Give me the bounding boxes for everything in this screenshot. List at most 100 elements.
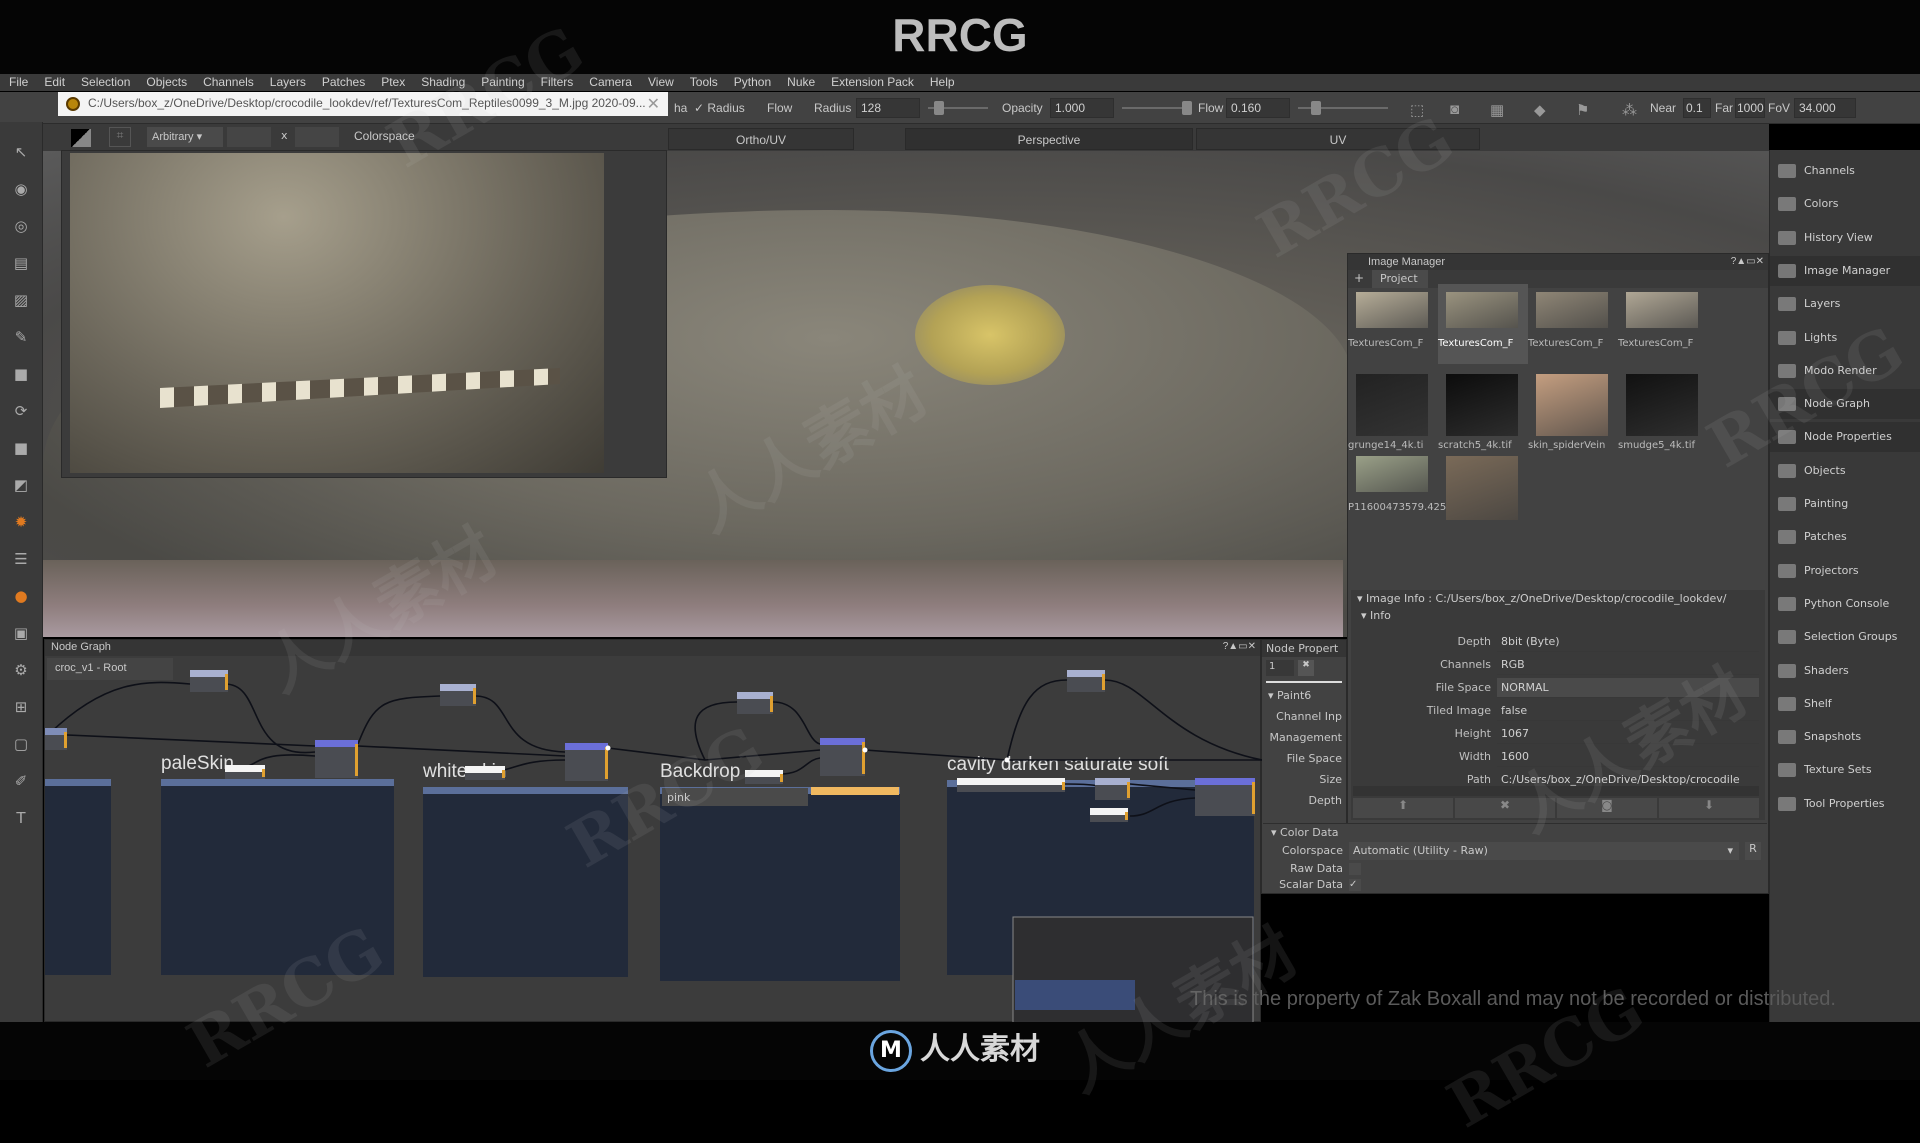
dot-node[interactable] — [1004, 757, 1010, 763]
camera-icon[interactable]: ◙ — [1450, 101, 1459, 118]
raw-data-checkbox[interactable] — [1349, 863, 1361, 875]
sidebar-item-patches[interactable]: Patches — [1770, 522, 1920, 552]
flow-field[interactable]: 0.160 — [1226, 98, 1290, 118]
thumbnail[interactable] — [1446, 456, 1518, 520]
menu-painting[interactable]: Painting — [481, 74, 524, 91]
node-output-port[interactable] — [502, 770, 505, 778]
node-header[interactable] — [440, 684, 476, 691]
thumbnail[interactable] — [1356, 292, 1428, 328]
dot-node[interactable] — [862, 747, 868, 753]
scatter-icon[interactable]: ⁂ — [1622, 101, 1637, 119]
menu-filters[interactable]: Filters — [541, 74, 574, 91]
add-tab-icon[interactable]: + — [1354, 271, 1364, 285]
node-header[interactable] — [45, 728, 67, 735]
node-graph-canvas[interactable]: paleSkin white skin Backdrop cavity darken … — [45, 640, 1262, 1023]
brush-icon[interactable]: ▨ — [11, 290, 31, 310]
paint-icon[interactable]: ◉ — [11, 179, 31, 199]
tab-uv[interactable]: UV — [1196, 128, 1480, 150]
node-output-port[interactable] — [1127, 782, 1130, 798]
menu-view[interactable]: View — [648, 74, 674, 91]
menu-selection[interactable]: Selection — [81, 74, 130, 91]
sidebar-item-node-properties[interactable]: Node Properties — [1770, 422, 1920, 453]
clear-icon[interactable]: ✖ — [1298, 660, 1314, 676]
thumbnail[interactable] — [1626, 292, 1698, 328]
menu-shading[interactable]: Shading — [421, 74, 465, 91]
sidebar-item-objects[interactable]: Objects — [1770, 456, 1920, 486]
select-icon[interactable]: ↖ — [11, 142, 31, 162]
node-header[interactable] — [465, 766, 505, 773]
backdrop[interactable] — [45, 779, 111, 975]
text-icon[interactable]: T — [11, 808, 31, 828]
lens-icon[interactable]: ⚙ — [11, 660, 31, 680]
opacity-field[interactable]: 1.000 — [1050, 98, 1114, 118]
grid-icon[interactable]: ▤ — [11, 253, 31, 273]
node-output-port[interactable] — [225, 674, 228, 690]
sidebar-item-shaders[interactable]: Shaders — [1770, 656, 1920, 686]
backdrop-header[interactable] — [45, 779, 111, 786]
wireframe-icon[interactable]: ⬚ — [1410, 101, 1424, 119]
flow-slider[interactable] — [1298, 101, 1388, 115]
backdrop-header[interactable] — [423, 787, 628, 794]
node-header[interactable] — [1067, 670, 1105, 677]
menu-layers[interactable]: Layers — [270, 74, 306, 91]
frame-icon[interactable]: ▢ — [11, 734, 31, 754]
dot-node[interactable] — [605, 745, 611, 751]
menu-objects[interactable]: Objects — [146, 74, 187, 91]
node-output-port[interactable] — [1252, 782, 1255, 814]
sidebar-item-texture-sets[interactable]: Texture Sets — [1770, 755, 1920, 785]
flow-checkbox-label[interactable]: Flow — [767, 101, 792, 115]
reference-image[interactable] — [70, 153, 604, 473]
thumbnail[interactable] — [1446, 292, 1518, 328]
colorspace-dropdown[interactable]: Automatic (Utility - Raw) ▾ — [1349, 842, 1739, 860]
node-header[interactable] — [1090, 808, 1128, 815]
menu-file[interactable]: File — [9, 74, 28, 91]
sidebar-item-channels[interactable]: Channels — [1770, 156, 1920, 186]
sidebar-item-painting[interactable]: Painting — [1770, 489, 1920, 519]
node-header[interactable] — [1095, 778, 1130, 785]
minimap-view[interactable] — [1015, 980, 1135, 1010]
fov-field[interactable]: 34.000 — [1794, 98, 1856, 118]
size-mode-dropdown[interactable]: Arbitrary ▾ — [147, 127, 223, 147]
scalar-data-checkbox[interactable]: ✓ — [1349, 879, 1361, 891]
node-output-port[interactable] — [473, 688, 476, 704]
rotate-icon[interactable]: ⟳ — [11, 401, 31, 421]
transform-icon[interactable]: ⊞ — [11, 697, 31, 717]
near-field[interactable]: 0.1 — [1683, 98, 1711, 118]
menu-ptex[interactable]: Ptex — [381, 74, 405, 91]
menu-nuke[interactable]: Nuke — [787, 74, 815, 91]
node-output-port[interactable] — [355, 744, 358, 776]
flow-knob[interactable] — [1310, 101, 1321, 115]
sphere-icon[interactable]: ● — [11, 586, 31, 606]
tab-ortho-uv[interactable]: Ortho/UV — [668, 128, 854, 150]
node-header[interactable] — [190, 670, 228, 677]
backdrop[interactable] — [423, 787, 628, 977]
panel-controls[interactable]: ?▲▭✕ — [1731, 254, 1764, 270]
square-icon[interactable]: ■ — [11, 364, 31, 384]
close-icon[interactable]: ✕ — [647, 94, 660, 114]
thumbnail[interactable] — [1626, 374, 1698, 436]
node-output-port[interactable] — [862, 742, 865, 774]
sidebar-item-node-graph[interactable]: Node Graph — [1770, 389, 1920, 420]
export-image-icon[interactable]: ⬇ — [1659, 798, 1759, 818]
node-output-port[interactable] — [605, 747, 608, 779]
eyedropper-icon[interactable]: ✐ — [11, 771, 31, 791]
node-header[interactable] — [1195, 778, 1255, 785]
sidebar-item-lights[interactable]: Lights — [1770, 323, 1920, 353]
node-header[interactable] — [737, 692, 773, 699]
node-output-port[interactable] — [780, 774, 783, 782]
clone-icon[interactable]: ◎ — [11, 216, 31, 236]
far-field[interactable]: 1000 — [1735, 98, 1765, 118]
node-header[interactable] — [565, 743, 608, 750]
menu-python[interactable]: Python — [734, 74, 771, 91]
thumbnail[interactable] — [1356, 374, 1428, 436]
menu-channels[interactable]: Channels — [203, 74, 254, 91]
sidebar-item-shelf[interactable]: Shelf — [1770, 689, 1920, 719]
import-image-icon[interactable]: ⬆ — [1353, 798, 1453, 818]
node-header[interactable] — [745, 770, 783, 777]
swap-colors-icon[interactable]: ◩ — [11, 475, 31, 495]
sidebar-item-modo-render[interactable]: Modo Render — [1770, 356, 1920, 386]
sidebar-item-python-console[interactable]: Python Console — [1770, 589, 1920, 619]
node-section-header[interactable]: ▾ Paint6 — [1262, 685, 1346, 706]
sidebar-item-image-manager[interactable]: Image Manager — [1770, 255, 1920, 286]
sidebar-item-snapshots[interactable]: Snapshots — [1770, 722, 1920, 752]
